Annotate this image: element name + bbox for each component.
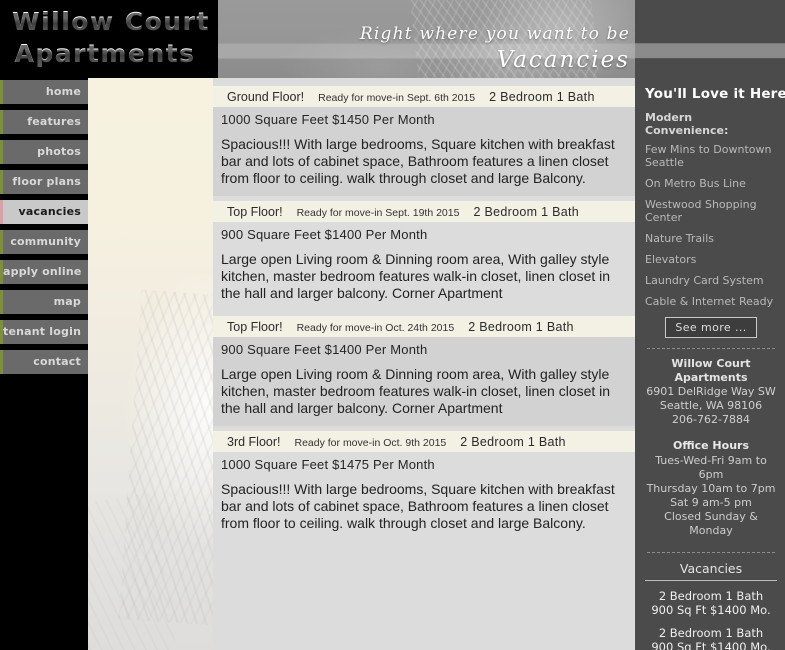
listing-header: 3rd Floor! Ready for move-in Oct. 9th 201… — [213, 431, 635, 452]
amenity-list: Few Mins to Downtown Seattle On Metro Bus… — [645, 143, 777, 308]
listing-bed-bath: 2 Bedroom 1 Bath — [460, 435, 566, 449]
page-root: Willow Court Apartments Right where you … — [0, 0, 785, 650]
listing-ready-date: Ready for move-in Oct. 9th 2015 — [294, 437, 447, 449]
sidebar-vacancy-beds: 2 Bedroom 1 Bath — [658, 589, 764, 603]
sidebar-title: You'll Love it Here! — [645, 86, 785, 102]
amenity-item[interactable]: Few Mins to Downtown Seattle — [645, 143, 777, 169]
listing-description: Large open Living room & Dinning room ar… — [213, 246, 635, 311]
logo-line-2: Apartments — [8, 38, 208, 70]
listing-size-price: 900 Square Feet $1400 Per Month — [213, 337, 635, 361]
listing-item: Top Floor! Ready for move-in Sept. 19th 2… — [213, 201, 635, 311]
office-hours-line: Closed Sunday & Monday — [664, 510, 758, 537]
listing-size-price: 1000 Square Feet $1450 Per Month — [213, 107, 635, 131]
address-name-line-2: Apartments — [674, 371, 748, 384]
listing-header: Ground Floor! Ready for move-in Sept. 6th… — [213, 86, 635, 107]
page-title: Vacancies — [496, 47, 630, 73]
listing-header: Top Floor! Ready for move-in Sept. 19th 2… — [213, 201, 635, 222]
sidebar-subtitle: Modern Convenience: — [645, 111, 729, 137]
listing-list: Ground Floor! Ready for move-in Sept. 6th… — [213, 78, 635, 541]
decorative-background-column — [88, 78, 213, 650]
listing-description: Spacious!!! With large bedrooms, Square … — [213, 476, 635, 541]
sidebar-vacancy-detail: 900 Sq Ft $1400 Mo. — [651, 640, 771, 650]
listing-bed-bath: 2 Bedroom 1 Bath — [473, 205, 580, 219]
sidebar-item-community[interactable]: community — [0, 230, 88, 254]
main-navigation: home features photos floor plans vacancies co… — [0, 78, 88, 650]
sidebar-vacancy-row[interactable]: 2 Bedroom 1 Bath 900 Sq Ft $1400 Mo. — [645, 589, 777, 617]
divider-bottom — [647, 552, 775, 553]
amenity-item[interactable]: Cable & Internet Ready — [645, 295, 777, 308]
office-hours-block: Office Hours Tues-Wed-Fri 9am to 6pm Thur… — [645, 439, 777, 538]
address-city-state-zip: Seattle, WA 98106 — [659, 399, 763, 412]
right-sidebar: You'll Love it Here! Modern Convenience:… — [635, 78, 785, 650]
listing-ready-date: Ready for move-in Oct. 24th 2015 — [296, 322, 455, 334]
contact-address-block: Willow Court Apartments 6901 DelRidge Wa… — [645, 357, 777, 427]
office-hours-line: Sat 9 am-5 pm — [670, 496, 752, 509]
sidebar-vacancy-row[interactable]: 2 Bedroom 1 Bath 900 Sq Ft $1400 Mo. — [645, 626, 777, 650]
listing-item: Ground Floor! Ready for move-in Sept. 6th… — [213, 86, 635, 196]
listing-bed-bath: 2 Bedroom 1 Bath — [489, 90, 595, 104]
listing-floor: Ground Floor! — [227, 90, 305, 104]
listing-floor: 3rd Floor! — [227, 435, 281, 449]
office-hours-lines: Tues-Wed-Fri 9am to 6pm Thursday 10am to … — [645, 454, 777, 538]
sidebar-item-floor-plans[interactable]: floor plans — [0, 170, 88, 194]
listing-ready-date: Ready for move-in Sept. 6th 2015 — [318, 92, 476, 104]
sidebar-item-contact[interactable]: contact — [0, 350, 88, 374]
address-street: 6901 DelRidge Way SW — [646, 385, 776, 398]
sidebar-vacancy-detail: 900 Sq Ft $1400 Mo. — [651, 603, 771, 617]
sidebar-item-photos[interactable]: photos — [0, 140, 88, 164]
sidebar-item-apply-online[interactable]: apply online — [0, 260, 88, 284]
vacancy-listings-panel: Ground Floor! Ready for move-in Sept. 6th… — [213, 78, 635, 650]
address-phone[interactable]: 206-762-7884 — [645, 413, 777, 427]
sidebar-item-home[interactable]: home — [0, 80, 88, 104]
listing-header: Top Floor! Ready for move-in Oct. 24th 20… — [213, 316, 635, 337]
sidebar-item-features[interactable]: features — [0, 110, 88, 134]
sidebar-item-tenant-login[interactable]: tenant login — [0, 320, 88, 344]
listing-size-price: 900 Square Feet $1400 Per Month — [213, 222, 635, 246]
address-name-line-1: Willow Court — [671, 357, 751, 370]
divider-top — [647, 348, 775, 349]
amenity-item[interactable]: Elevators — [645, 253, 777, 266]
sidebar-vacancies-header: Vacancies — [645, 561, 777, 581]
sidebar-item-map[interactable]: map — [0, 290, 88, 314]
site-logo[interactable]: Willow Court Apartments — [0, 0, 218, 78]
see-more-button[interactable]: See more ... — [665, 317, 757, 338]
listing-floor: Top Floor! — [227, 320, 283, 334]
listing-item: Top Floor! Ready for move-in Oct. 24th 20… — [213, 316, 635, 426]
listing-bed-bath: 2 Bedroom 1 Bath — [468, 320, 574, 334]
site-tagline: Right where you want to be — [359, 24, 630, 44]
listing-size-price: 1000 Square Feet $1475 Per Month — [213, 452, 635, 476]
office-hours-line: Thursday 10am to 7pm — [646, 482, 776, 495]
office-hours-title: Office Hours — [673, 439, 749, 452]
sidebar-item-vacancies[interactable]: vacancies — [0, 200, 88, 224]
header-right-panel — [635, 0, 785, 78]
listing-floor: Top Floor! — [227, 205, 283, 219]
listing-description: Large open Living room & Dinning room ar… — [213, 361, 635, 426]
sidebar-vacancy-beds: 2 Bedroom 1 Bath — [658, 626, 764, 640]
amenity-item[interactable]: On Metro Bus Line — [645, 177, 777, 190]
site-header: Willow Court Apartments Right where you … — [0, 0, 785, 78]
sidebar-vacancies-list: 2 Bedroom 1 Bath 900 Sq Ft $1400 Mo. 2 Bed… — [645, 589, 777, 650]
listing-description: Spacious!!! With large bedrooms, Square … — [213, 131, 635, 196]
listing-item: 3rd Floor! Ready for move-in Oct. 9th 201… — [213, 431, 635, 541]
office-hours-line: Tues-Wed-Fri 9am to 6pm — [655, 454, 767, 481]
logo-line-1: Willow Court — [8, 6, 208, 38]
see-more-wrapper: See more ... — [645, 316, 777, 338]
amenity-item[interactable]: Westwood Shopping Center — [645, 198, 777, 224]
amenity-item[interactable]: Laundry Card System — [645, 274, 777, 287]
listing-ready-date: Ready for move-in Sept. 19th 2015 — [296, 207, 460, 219]
amenity-item[interactable]: Nature Trails — [645, 232, 777, 245]
